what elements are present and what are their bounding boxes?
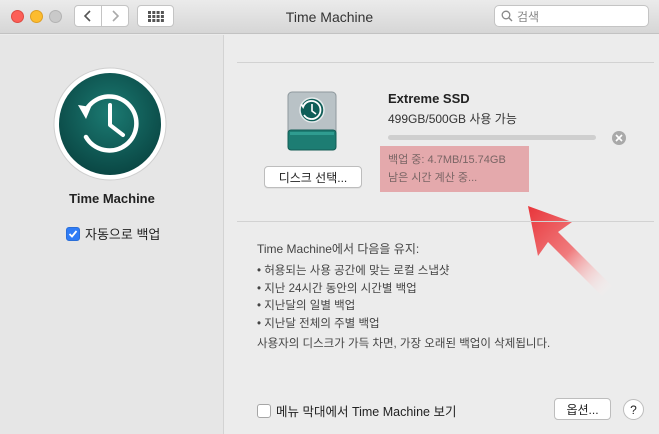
stop-backup-button[interactable] bbox=[612, 131, 626, 145]
disk-name: Extreme SSD bbox=[388, 91, 470, 106]
forward-button[interactable] bbox=[101, 5, 129, 27]
auto-backup-checkbox[interactable] bbox=[66, 226, 80, 241]
close-icon bbox=[615, 134, 623, 142]
search-icon bbox=[501, 10, 513, 22]
backup-status: 백업 중: 4.7MB/15.74GB bbox=[388, 154, 506, 166]
list-item: • 지난달 전체의 주별 백업 bbox=[257, 317, 380, 330]
auto-backup-option[interactable]: 자동으로 백업 bbox=[66, 224, 160, 243]
checkmark-icon bbox=[68, 229, 78, 238]
divider-middle bbox=[237, 221, 654, 222]
time-remaining-status: 남은 시간 계산 중... bbox=[388, 172, 478, 184]
red-arrow-icon bbox=[528, 206, 612, 296]
close-window-button[interactable] bbox=[11, 10, 24, 23]
divider-top bbox=[237, 62, 654, 63]
list-item: • 허용되는 사용 공간에 맞는 로컬 스냅샷 bbox=[257, 265, 450, 277]
auto-backup-label: 자동으로 백업 bbox=[85, 227, 161, 242]
show-in-menubar-option[interactable]: 메뉴 막대에서 Time Machine 보기 bbox=[257, 401, 456, 420]
retention-list: • 허용되는 사용 공간에 맞는 로컬 스냅샷 • 지난 24시간 동안의 시간… bbox=[257, 262, 449, 332]
list-item: • 지난달의 일별 백업 bbox=[257, 300, 356, 312]
backup-progress-bar bbox=[388, 135, 596, 140]
retention-title: Time Machine에서 다음을 유지: bbox=[257, 242, 420, 256]
chevron-right-icon bbox=[112, 10, 120, 22]
options-button[interactable]: 옵션... bbox=[554, 398, 611, 420]
search-placeholder: 검색 bbox=[517, 9, 540, 24]
sidebar: Time Machine 자동으로 백업 bbox=[0, 35, 224, 434]
minimize-window-button[interactable] bbox=[30, 10, 43, 23]
time-machine-icon bbox=[53, 67, 167, 181]
search-field[interactable]: 검색 bbox=[494, 5, 649, 27]
zoom-window-button[interactable] bbox=[49, 10, 62, 23]
select-disk-button[interactable]: 디스크 선택... bbox=[264, 166, 362, 188]
show-in-menubar-checkbox[interactable] bbox=[257, 403, 271, 418]
retention-note: 사용자의 디스크가 가득 차면, 가장 오래된 백업이 삭제됩니다. bbox=[257, 338, 551, 350]
app-name: Time Machine bbox=[69, 191, 155, 206]
back-button[interactable] bbox=[74, 5, 102, 27]
list-item: • 지난 24시간 동안의 시간별 백업 bbox=[257, 282, 417, 295]
grid-icon bbox=[147, 10, 164, 22]
show-in-menubar-label: 메뉴 막대에서 Time Machine 보기 bbox=[276, 405, 457, 419]
chevron-left-icon bbox=[83, 10, 91, 22]
backup-disk-icon bbox=[287, 91, 337, 151]
disk-capacity: 499GB/500GB 사용 가능 bbox=[388, 112, 517, 126]
show-all-button[interactable] bbox=[137, 5, 174, 27]
title-bar: Time Machine 검색 bbox=[0, 0, 659, 34]
help-button[interactable]: ? bbox=[623, 399, 644, 420]
